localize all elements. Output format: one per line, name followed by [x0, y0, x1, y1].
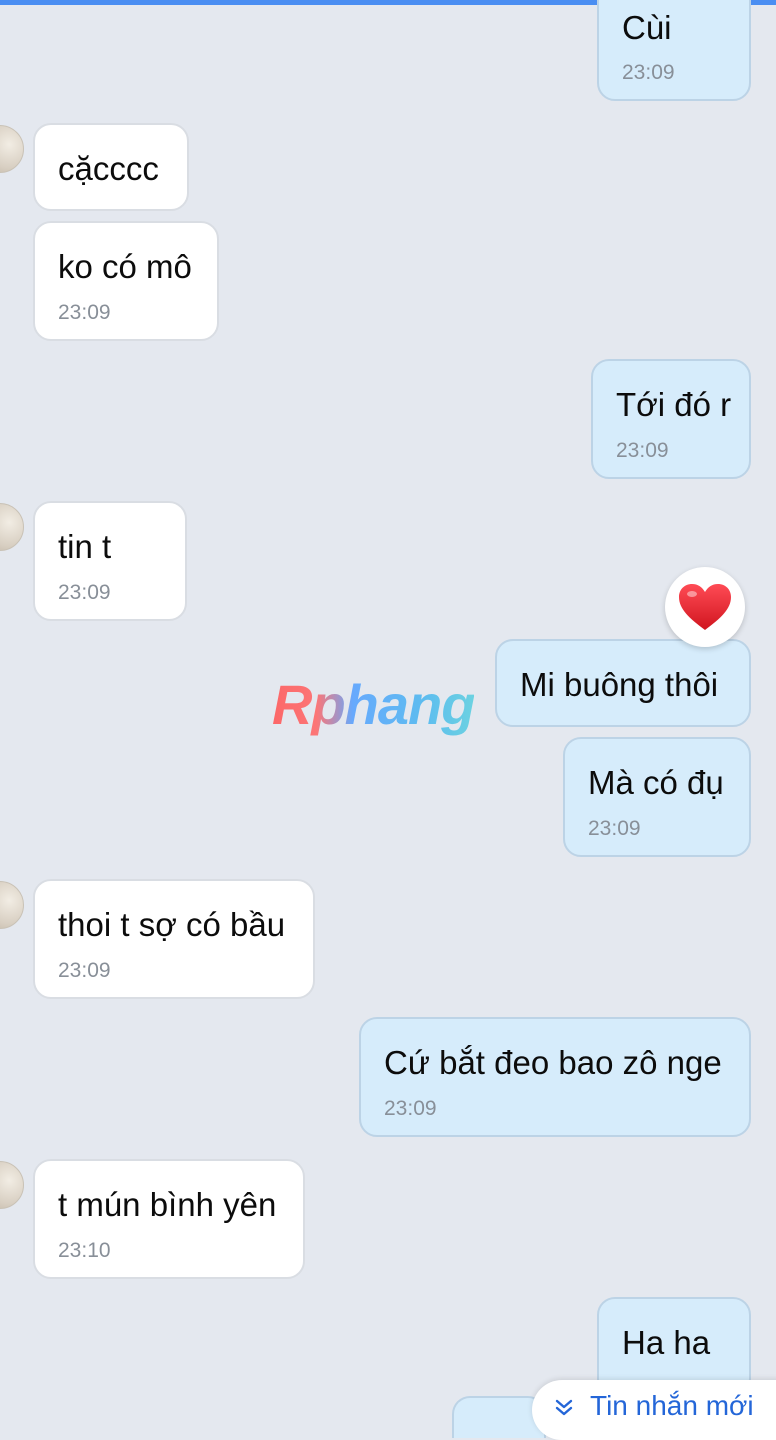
reaction-badge[interactable]	[665, 567, 745, 647]
message-bubble-outgoing[interactable]: Tới đó r 23:09	[591, 359, 751, 479]
new-messages-button[interactable]: Tin nhắn mới	[532, 1380, 776, 1440]
message-bubble-outgoing[interactable]: Cùi 23:09	[597, 0, 751, 101]
message-text: Ha ha	[622, 1324, 711, 1361]
message-bubble-incoming[interactable]: thoi t sợ có bầu 23:09	[0, 879, 315, 999]
message-text: t mún bình yên	[58, 1186, 277, 1223]
message-text: Mà có đụ	[588, 764, 724, 801]
message-time: 23:09	[58, 581, 111, 604]
message-time: 23:09	[622, 61, 675, 84]
message-bubble-outgoing[interactable]: Cứ bắt đeo bao zô nge 23:09	[359, 1017, 751, 1137]
message-bubble-incoming[interactable]: cặcccc	[0, 123, 189, 211]
message-text: thoi t sợ có bầu	[58, 906, 286, 943]
message-bubble-incoming[interactable]: ko có mô 23:09	[33, 221, 219, 341]
avatar[interactable]	[0, 125, 24, 173]
message-text: cặcccc	[58, 150, 159, 187]
message-text: Mi buông thôi	[520, 666, 719, 703]
message-text: tin t	[58, 528, 112, 565]
message-text: Cứ bắt đeo bao zô nge	[384, 1044, 722, 1081]
message-text: ko có mô	[58, 248, 192, 285]
message-time: 23:09	[384, 1097, 437, 1120]
new-messages-label: Tin nhắn mới	[590, 1390, 754, 1421]
heart-icon	[679, 584, 731, 630]
avatar[interactable]	[0, 503, 24, 551]
message-time: 23:09	[58, 959, 111, 982]
message-time: 23:09	[616, 439, 669, 462]
message-time: 23:10	[58, 1239, 111, 1262]
message-bubble-incoming[interactable]: tin t 23:09	[0, 501, 187, 621]
message-text: Tới đó r	[616, 386, 732, 423]
message-text: Cùi	[622, 9, 672, 46]
message-time: 23:09	[588, 817, 641, 840]
message-time: 23:09	[58, 301, 111, 324]
watermark-logo: Rphang	[272, 673, 475, 736]
message-bubble-outgoing[interactable]: Mi buông thôi	[495, 639, 751, 727]
avatar[interactable]	[0, 881, 24, 929]
double-chevron-down-icon	[555, 1399, 573, 1416]
avatar[interactable]	[0, 1161, 24, 1209]
message-bubble-outgoing[interactable]: Mà có đụ 23:09	[563, 737, 751, 857]
message-bubble-incoming[interactable]: t mún bình yên 23:10	[0, 1159, 305, 1279]
